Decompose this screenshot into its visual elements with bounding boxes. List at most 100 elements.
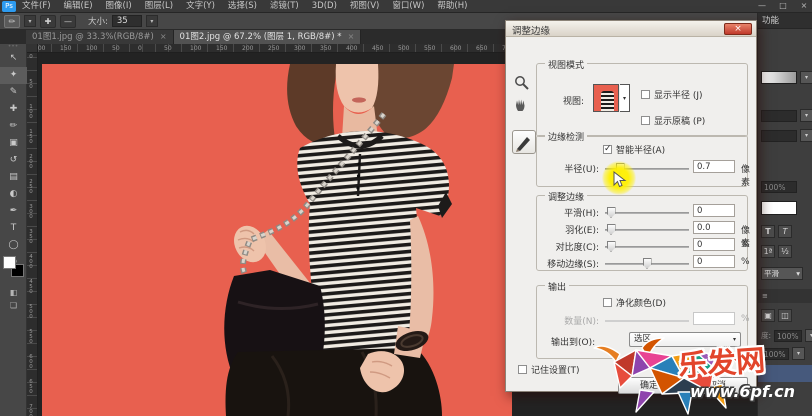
fill-row: 100% ▾ — [761, 347, 805, 360]
chevron-down-icon[interactable]: ▾ — [792, 347, 805, 360]
smart-radius-checkbox[interactable]: 智能半径(A) — [603, 143, 665, 156]
brush-tool-icon[interactable]: ✏ — [0, 118, 27, 135]
chevron-down-icon[interactable]: ▾ — [800, 129, 812, 142]
checkbox-box[interactable] — [518, 365, 527, 374]
refine-radius-brush-button[interactable] — [512, 130, 536, 154]
show-radius-checkbox[interactable]: 显示半径 (J) — [641, 88, 703, 101]
maximize-icon[interactable]: □ — [777, 0, 789, 12]
tool-dropdown-arrow-icon[interactable]: ▾ — [24, 15, 36, 27]
gradient-swatch[interactable] — [761, 71, 797, 84]
eyedropper-tool-icon[interactable]: ✎ — [0, 84, 27, 101]
tab-close-icon[interactable]: × — [348, 30, 355, 44]
blur-tool-icon[interactable]: ◐ — [0, 186, 27, 203]
h-ruler-label: 0 — [138, 44, 142, 53]
dialog-body: 视图模式 视图: ▾ 显示半径 (J) 显示原稿 (P) 边缘检测 智能半径(A… — [506, 37, 756, 393]
size-value-row: 100% — [761, 181, 797, 193]
slider-handle[interactable] — [607, 207, 616, 218]
menu-item-2[interactable]: 图像(I) — [106, 0, 132, 13]
menu-item-6[interactable]: 滤镜(T) — [270, 0, 299, 13]
type-tool-icon[interactable]: T — [0, 220, 27, 237]
show-original-checkbox[interactable]: 显示原稿 (P) — [641, 114, 705, 127]
chevron-down-icon[interactable]: ▾ — [805, 329, 812, 342]
gradient-tool-icon[interactable]: ▤ — [0, 169, 27, 186]
layer-filter-icon[interactable]: ▣ — [761, 309, 775, 322]
dialog-close-button[interactable]: × — [724, 23, 752, 35]
cancel-button[interactable]: 取消 — [686, 377, 748, 394]
anti-alias-row: 平滑 ▾ — [761, 267, 803, 280]
radius-value-field[interactable]: 0.7 — [693, 160, 735, 173]
slider-value-field[interactable]: 0 — [693, 255, 735, 268]
anti-alias-select[interactable]: 平滑 ▾ — [761, 267, 803, 280]
slider-handle[interactable] — [607, 241, 616, 252]
checkbox-box[interactable] — [603, 298, 612, 307]
chevron-down-icon[interactable]: ▾ — [800, 71, 812, 84]
slider-handle[interactable] — [643, 258, 652, 269]
clone-stamp-tool-icon[interactable]: ▣ — [0, 135, 27, 152]
menu-item-10[interactable]: 帮助(H) — [437, 0, 467, 13]
decontaminate-checkbox[interactable]: 净化颜色(D) — [603, 296, 666, 309]
output-to-select[interactable]: 选区 ▾ — [629, 332, 741, 347]
menu-item-1[interactable]: 编辑(E) — [64, 0, 93, 13]
fill-value[interactable]: 100% — [761, 348, 789, 360]
slider-groove[interactable] — [605, 229, 689, 231]
faux-bold-button[interactable]: T — [761, 225, 775, 238]
percent-field[interactable]: 100% — [761, 181, 797, 193]
view-dropdown-arrow-icon[interactable]: ▾ — [620, 84, 630, 112]
quick-mask-icon[interactable]: ◧ — [0, 286, 27, 299]
remember-settings-checkbox[interactable]: 记住设置(T) — [518, 363, 580, 376]
menu-item-7[interactable]: 3D(D) — [312, 0, 337, 13]
checkbox-box[interactable] — [641, 116, 650, 125]
brush-size-field[interactable]: 35 — [112, 15, 142, 27]
screen-mode-icon[interactable]: ❏ — [0, 299, 27, 312]
menu-item-8[interactable]: 视图(V) — [350, 0, 379, 13]
right-panel: 功能 ▾ ▾ ▾ 100% T T 1ª ½ 平滑 — [757, 13, 812, 416]
panel-tab-label[interactable]: 功能 — [758, 13, 812, 29]
spot-healing-tool-icon[interactable]: ✚ — [0, 101, 27, 118]
quick-selection-tool-icon[interactable]: ✦ — [0, 67, 27, 84]
foreground-color-swatch[interactable] — [3, 256, 16, 269]
checkbox-box[interactable] — [603, 145, 612, 154]
menu-item-5[interactable]: 选择(S) — [228, 0, 257, 13]
document-tab-2[interactable]: 01图2.jpg @ 67.2% (图层 1, RGB/8#) * × — [174, 30, 362, 44]
opacity-value[interactable]: 100% — [774, 330, 802, 342]
layers-panel-header[interactable]: ≡ — [758, 289, 812, 303]
view-thumbnail[interactable] — [593, 84, 619, 112]
refine-radius-tool-icon[interactable]: ✏ — [4, 15, 20, 28]
move-tool-icon[interactable]: ↖ — [0, 50, 27, 67]
brush-size-dropdown-icon[interactable]: ▾ — [146, 15, 158, 27]
layer-kind-icon[interactable]: ◫ — [778, 309, 792, 322]
expand-brush-icon[interactable]: ✚ — [40, 15, 56, 28]
minimize-icon[interactable]: — — [756, 0, 768, 12]
slider-value-field[interactable]: 0 — [693, 238, 735, 251]
chevron-down-icon[interactable]: ▾ — [800, 109, 812, 122]
selected-layer-row[interactable] — [758, 365, 812, 382]
slider-groove[interactable] — [605, 212, 689, 214]
slider-groove[interactable] — [605, 246, 689, 248]
slider-value-field[interactable]: 0.0 — [693, 221, 735, 234]
document-tab-1[interactable]: 01图1.jpg @ 33.3%(RGB/8#) × — [26, 30, 174, 44]
menu-item-3[interactable]: 图层(L) — [145, 0, 173, 13]
ok-button[interactable]: 确定 — [618, 377, 680, 394]
faux-italic-button[interactable]: T — [778, 225, 792, 238]
pen-tool-icon[interactable]: ✒ — [0, 203, 27, 220]
text-color-swatch[interactable] — [761, 201, 797, 215]
tab-close-icon[interactable]: × — [160, 30, 167, 44]
menu-item-9[interactable]: 窗口(W) — [392, 0, 424, 13]
contract-brush-icon[interactable]: — — [60, 15, 76, 28]
option-field[interactable] — [761, 130, 797, 142]
hand-tool-icon[interactable] — [514, 97, 528, 112]
menu-item-4[interactable]: 文字(Y) — [186, 0, 215, 13]
slider-handle[interactable] — [607, 224, 616, 235]
checkbox-box[interactable] — [641, 90, 650, 99]
fraction-button[interactable]: ½ — [778, 245, 792, 258]
zoom-tool-icon[interactable] — [514, 75, 530, 91]
close-icon[interactable]: × — [798, 0, 810, 12]
menu-item-0[interactable]: 文件(F) — [22, 0, 51, 13]
document-image[interactable] — [42, 64, 512, 416]
superscript-button[interactable]: 1ª — [761, 245, 775, 258]
shape-tool-icon[interactable]: ◯ — [0, 237, 27, 254]
slider-value-field[interactable]: 0 — [693, 204, 735, 217]
option-field[interactable] — [761, 110, 797, 122]
history-brush-tool-icon[interactable]: ↺ — [0, 152, 27, 169]
dialog-title-bar[interactable]: 调整边缘 × — [506, 21, 756, 37]
